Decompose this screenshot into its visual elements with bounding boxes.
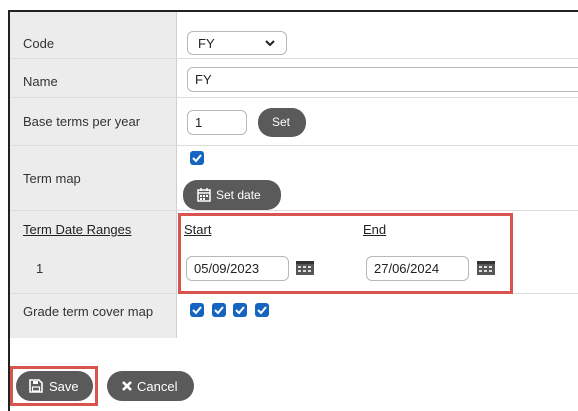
set-button[interactable]: Set (258, 108, 306, 137)
start-date-value: 05/09/2023 (194, 261, 260, 276)
code-select-value: FY (198, 36, 215, 51)
date-range-highlight (178, 213, 513, 294)
cancel-button[interactable]: Cancel (107, 371, 194, 401)
code-select[interactable]: FY (187, 31, 287, 55)
calendar-icon[interactable] (477, 261, 495, 275)
save-button-label: Save (49, 379, 79, 394)
start-date-input[interactable]: 05/09/2023 (186, 256, 289, 281)
save-icon (29, 379, 43, 393)
check-icon (192, 154, 202, 163)
check-icon (257, 306, 267, 315)
check-icon (214, 306, 224, 315)
check-icon (235, 306, 245, 315)
check-icon (192, 306, 202, 315)
term-map-label: Term map (23, 171, 81, 186)
term-row-index: 1 (36, 261, 44, 276)
base-terms-value: 1 (195, 115, 203, 130)
name-input-value: FY (195, 72, 212, 87)
save-button[interactable]: Save (16, 371, 93, 401)
code-label: Code (23, 36, 55, 51)
row-divider (10, 97, 578, 98)
set-button-label: Set (272, 115, 291, 129)
set-date-button[interactable]: Set date (183, 180, 281, 210)
grade-term-checkbox-3[interactable] (233, 303, 247, 317)
chevron-down-icon (265, 40, 275, 47)
set-date-button-label: Set date (216, 188, 261, 202)
term-map-checkbox[interactable] (190, 151, 204, 165)
row-divider (10, 58, 578, 59)
name-input[interactable]: FY (187, 67, 578, 92)
grade-term-checkbox-2[interactable] (212, 303, 226, 317)
base-terms-label: Base terms per year (23, 114, 141, 129)
calendar-icon[interactable] (296, 261, 314, 275)
row-divider (10, 210, 578, 211)
end-date-input[interactable]: 27/06/2024 (366, 256, 469, 281)
base-terms-input[interactable]: 1 (187, 110, 247, 135)
cancel-button-label: Cancel (137, 379, 178, 394)
end-column-header: End (363, 222, 387, 237)
start-column-header: Start (184, 222, 212, 237)
term-date-ranges-label: Term Date Ranges (23, 222, 132, 237)
row-divider (10, 145, 578, 146)
grade-term-checkbox-1[interactable] (190, 303, 204, 317)
grade-term-checkbox-4[interactable] (255, 303, 269, 317)
calendar-icon (197, 188, 211, 202)
grade-term-cover-map-label: Grade term cover map (23, 304, 154, 319)
end-date-value: 27/06/2024 (374, 261, 440, 276)
name-label: Name (23, 74, 58, 89)
close-icon (122, 381, 132, 391)
